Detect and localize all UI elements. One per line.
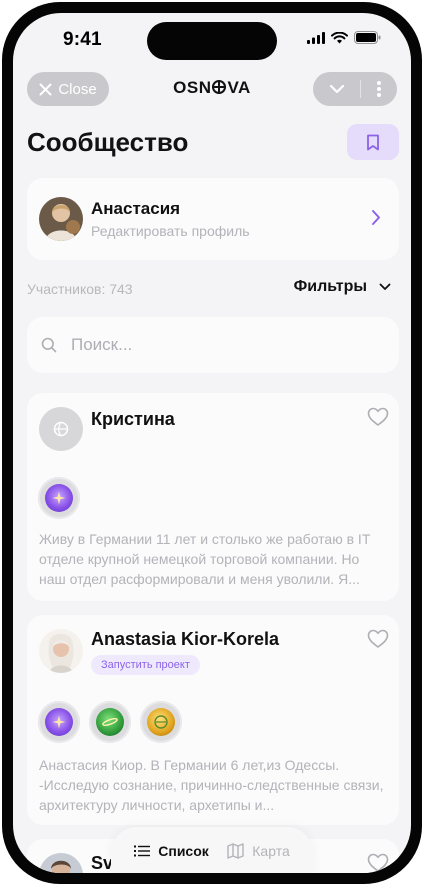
- member-name: Кристина: [91, 409, 175, 429]
- search-placeholder: Поиск...: [71, 335, 133, 354]
- chevron-right-icon: [372, 210, 380, 225]
- purple-sparkle-badge: [38, 701, 80, 743]
- search-icon: [41, 337, 57, 353]
- members-count: Участников: 743: [27, 281, 133, 297]
- member-description: Живу в Германии 11 лет и столько же рабо…: [39, 531, 371, 587]
- gold-globe-badge: [140, 701, 182, 743]
- chevron-down-icon: [379, 283, 391, 290]
- green-planet-badge: [89, 701, 131, 743]
- globe-icon: [53, 421, 69, 437]
- heart-icon[interactable]: [367, 853, 389, 873]
- brand-text-right: VA: [227, 78, 251, 97]
- filters-button[interactable]: Фильтры: [294, 278, 391, 296]
- tab-list-label: Список: [158, 843, 209, 859]
- member-name: Anastasia Kior-Korela: [91, 629, 280, 649]
- brand-text-left: OSN: [173, 78, 212, 97]
- avatar: [39, 197, 83, 241]
- map-icon: [227, 843, 244, 859]
- avatar: [39, 853, 83, 873]
- globe-icon: [154, 715, 168, 729]
- page-title: Сообщество: [27, 127, 189, 157]
- signal-icon: [307, 31, 325, 44]
- badge-row: [38, 477, 80, 519]
- collapse-button[interactable]: [329, 84, 345, 94]
- status-icons: [307, 31, 381, 44]
- project-tag: Запустить проект: [91, 655, 200, 675]
- tab-map-label: Карта: [252, 843, 290, 859]
- dynamic-island: [147, 22, 277, 60]
- purple-sparkle-badge: [38, 477, 80, 519]
- member-card[interactable]: Anastasia Kior-Korela Запустить проект А…: [27, 615, 399, 825]
- wifi-icon: [331, 31, 348, 43]
- sparkle-icon: [52, 715, 66, 729]
- member-name: Sv: [91, 853, 114, 873]
- heart-icon[interactable]: [367, 407, 389, 427]
- bookmarks-button[interactable]: [347, 124, 399, 160]
- badge-row: [38, 701, 182, 743]
- more-button[interactable]: [376, 80, 382, 98]
- bookmark-icon: [367, 134, 379, 150]
- app-screen: 9:41 Close OSN VA Сообщество Анастасия Р…: [13, 13, 411, 873]
- tab-list[interactable]: Список: [134, 843, 209, 859]
- battery-icon: [354, 31, 381, 44]
- phone-frame: 9:41 Close OSN VA Сообщество Анастасия Р…: [2, 2, 422, 884]
- my-profile-card[interactable]: Анастасия Редактировать профиль: [27, 178, 399, 260]
- list-icon: [134, 845, 151, 857]
- brand-o-glyph: [212, 80, 227, 94]
- mini-app-menu: [313, 72, 397, 106]
- search-input[interactable]: Поиск...: [27, 317, 399, 373]
- status-time: 9:41: [63, 29, 102, 50]
- edit-profile-link[interactable]: Редактировать профиль: [91, 223, 250, 239]
- bottom-tab-bar: Список Карта: [111, 827, 313, 873]
- member-description: Анастасия Киор. В Германии 6 лет,из Одес…: [39, 757, 384, 813]
- heart-icon[interactable]: [367, 629, 389, 649]
- menu-divider: [359, 80, 361, 98]
- planet-icon: [102, 718, 118, 726]
- profile-name: Анастасия: [91, 199, 181, 218]
- avatar: [39, 629, 83, 673]
- sparkle-icon: [52, 491, 66, 505]
- more-vertical-icon: [376, 81, 381, 97]
- avatar-placeholder: [39, 407, 83, 451]
- filters-label: Фильтры: [293, 278, 367, 295]
- member-card[interactable]: Кристина Живу в Германии 11 лет и стольк…: [27, 393, 399, 601]
- chevron-down-icon: [329, 84, 344, 94]
- tab-map[interactable]: Карта: [227, 843, 290, 859]
